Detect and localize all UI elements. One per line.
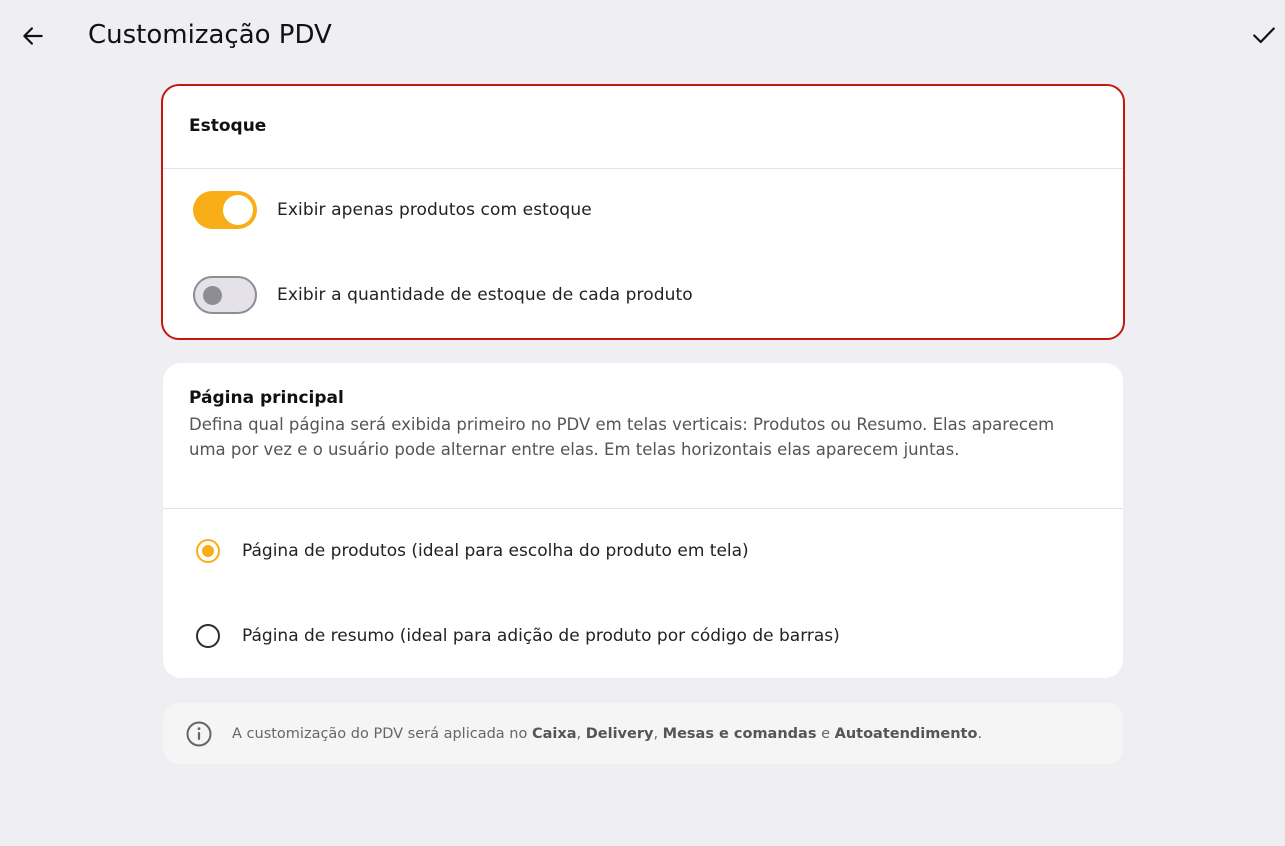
confirm-button[interactable] xyxy=(1245,16,1283,54)
radio-label-summary-page: Página de resumo (ideal para adição de p… xyxy=(242,626,840,646)
toggle-row-only-in-stock[interactable]: Exibir apenas produtos com estoque xyxy=(193,190,592,230)
radio-label-products-page: Página de produtos (ideal para escolha d… xyxy=(242,541,749,561)
toggle-knob xyxy=(223,195,253,225)
toggle-knob xyxy=(203,286,222,305)
toggle-label-only-in-stock: Exibir apenas produtos com estoque xyxy=(277,200,592,220)
stock-settings-card: Estoque Exibir apenas produtos com estoq… xyxy=(161,84,1125,340)
radio-button-selected[interactable] xyxy=(196,539,220,563)
info-item-caixa: Caixa xyxy=(531,725,577,742)
radio-option-summary-page[interactable]: Página de resumo (ideal para adição de p… xyxy=(196,621,840,651)
main-page-card-description: Defina qual página será exibida primeiro… xyxy=(189,415,1055,459)
main-page-card: Página principal Defina qual página será… xyxy=(163,363,1123,678)
info-item-mesas-comandas: Mesas e comandas xyxy=(662,725,817,742)
toggle-switch-on[interactable] xyxy=(193,191,257,229)
toggle-label-show-stock-quantity: Exibir a quantidade de estoque de cada p… xyxy=(277,285,693,305)
info-separator: , xyxy=(653,725,663,742)
stock-card-header: Estoque xyxy=(163,86,1123,169)
check-icon xyxy=(1253,27,1275,44)
top-bar: Customização PDV xyxy=(0,0,1285,72)
info-separator: , xyxy=(576,725,586,742)
info-item-autoatendimento: Autoatendimento xyxy=(834,725,978,742)
back-button[interactable] xyxy=(14,17,52,55)
radio-dot xyxy=(202,545,214,557)
toggle-switch-off[interactable] xyxy=(193,276,257,314)
info-text: A customização do PDV será aplicada no C… xyxy=(232,726,982,742)
info-icon xyxy=(185,720,213,748)
radio-button-unselected[interactable] xyxy=(196,624,220,648)
toggle-row-show-stock-quantity[interactable]: Exibir a quantidade de estoque de cada p… xyxy=(193,275,693,315)
arrow-left-icon xyxy=(23,27,43,45)
stock-card-title: Estoque xyxy=(189,116,267,136)
radio-option-products-page[interactable]: Página de produtos (ideal para escolha d… xyxy=(196,536,749,566)
main-page-card-header: Página principal Defina qual página será… xyxy=(163,363,1123,509)
info-notice: A customização do PDV será aplicada no C… xyxy=(163,703,1123,764)
info-separator: e xyxy=(816,725,835,742)
info-item-delivery: Delivery xyxy=(585,725,654,742)
info-text-suffix: . xyxy=(977,725,983,742)
main-page-card-title: Página principal xyxy=(189,388,344,408)
page-title: Customização PDV xyxy=(88,20,332,50)
info-text-prefix: A customização do PDV será aplicada no xyxy=(232,725,532,742)
